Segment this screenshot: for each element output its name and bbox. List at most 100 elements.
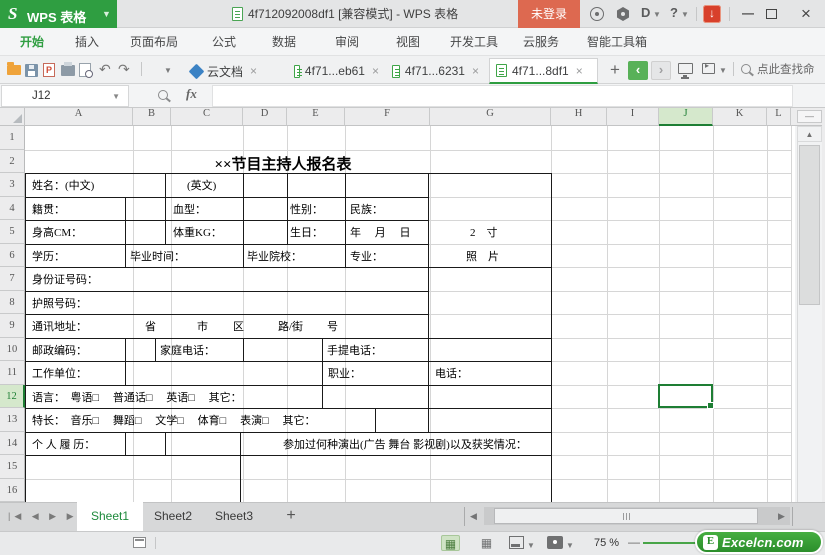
share-screen-icon[interactable] xyxy=(702,61,715,74)
scroll-up-arrow[interactable]: ▲ xyxy=(797,126,822,142)
column-header-B[interactable]: B xyxy=(133,108,171,126)
sheet-tab-sheet1[interactable]: Sheet1 xyxy=(77,502,143,531)
row-header-10[interactable]: 10 xyxy=(0,337,25,361)
sheet-nav-arrows[interactable]: |◀ ◀ ▶ ▶| xyxy=(8,502,84,531)
ribbon-tab-3[interactable]: 页面布局 xyxy=(130,28,178,56)
row-header-1[interactable]: 1 xyxy=(0,126,25,150)
column-header-J[interactable]: J xyxy=(659,108,713,126)
column-header-F[interactable]: F xyxy=(345,108,430,126)
add-sheet-button[interactable]: + xyxy=(280,502,302,531)
back-button[interactable]: ‹ xyxy=(628,61,648,80)
chevron-down-icon[interactable]: ▼ xyxy=(566,541,574,550)
login-button[interactable]: 未登录 xyxy=(518,0,580,28)
column-header-A[interactable]: A xyxy=(25,108,133,126)
close-icon[interactable]: × xyxy=(372,64,379,78)
chevron-down-icon[interactable]: ▼ xyxy=(527,541,535,550)
splitter[interactable] xyxy=(464,507,465,526)
skin-menu-icon[interactable]: D xyxy=(641,5,650,20)
minimize-button[interactable]: — xyxy=(738,0,758,28)
row-header-7[interactable]: 7 xyxy=(0,267,25,291)
document-tab-3[interactable]: 4f71...6231 × xyxy=(386,58,485,84)
chevron-down-icon[interactable]: ▼ xyxy=(164,66,172,75)
row-header-6[interactable]: 6 xyxy=(0,243,25,267)
eye-protect-mode-icon[interactable] xyxy=(547,536,563,549)
row-header-11[interactable]: 11 xyxy=(0,361,25,385)
help-icon[interactable]: ? xyxy=(670,5,678,20)
row-header-5[interactable]: 5 xyxy=(0,220,25,244)
chevron-down-icon[interactable]: ▼ xyxy=(681,10,689,19)
ribbon-tab-6[interactable]: 审阅 xyxy=(335,28,359,56)
close-icon[interactable]: × xyxy=(576,64,583,78)
column-header-C[interactable]: C xyxy=(171,108,243,126)
scroll-left-arrow[interactable]: ◀ xyxy=(470,502,477,531)
print-preview-icon[interactable] xyxy=(79,56,93,84)
new-document-tab-button[interactable]: + xyxy=(605,58,625,84)
page-layout-view-icon[interactable] xyxy=(509,536,524,549)
presentation-icon[interactable] xyxy=(678,63,693,77)
formula-input[interactable] xyxy=(212,85,793,107)
row-header-13[interactable]: 13 xyxy=(0,408,25,432)
row-header-3[interactable]: 3 xyxy=(0,173,25,197)
close-button[interactable]: × xyxy=(794,0,818,28)
maximize-button[interactable] xyxy=(766,9,777,19)
page-break-view-icon[interactable]: ▦ xyxy=(477,535,496,551)
magnifier-icon[interactable] xyxy=(158,90,168,100)
document-tab-4[interactable]: 4f71...8df1 × xyxy=(489,58,598,84)
select-all-corner[interactable] xyxy=(0,108,25,126)
ribbon-tab-7[interactable]: 视图 xyxy=(396,28,420,56)
ribbon-tab-8[interactable]: 开发工具 xyxy=(450,28,498,56)
insert-function-icon[interactable]: fx xyxy=(186,86,197,102)
document-tab-1[interactable]: 云文档 × xyxy=(185,58,285,84)
row-header-16[interactable]: 16 xyxy=(0,478,25,502)
selected-cell[interactable] xyxy=(658,383,714,409)
ribbon-tab-9[interactable]: 云服务 xyxy=(523,28,559,56)
ribbon-tab-4[interactable]: 公式 xyxy=(212,28,236,56)
chevron-down-icon[interactable]: ▼ xyxy=(112,92,120,101)
column-header-I[interactable]: I xyxy=(607,108,659,126)
forward-button[interactable]: › xyxy=(651,61,671,80)
ribbon-tab-10[interactable]: 智能工具箱 xyxy=(587,28,647,56)
export-pdf-icon[interactable]: P xyxy=(43,56,55,84)
document-tab-2[interactable]: 4f71...eb61 × xyxy=(288,58,385,84)
ribbon-tab-2[interactable]: 插入 xyxy=(75,28,99,56)
zoom-out-button[interactable]: — xyxy=(628,531,640,555)
print-icon[interactable] xyxy=(61,56,75,84)
row-header-2[interactable]: 2 xyxy=(0,149,25,173)
command-search-input[interactable]: 点此查找命令 xyxy=(757,56,825,104)
sheet-tab-sheet3[interactable]: Sheet3 xyxy=(203,502,265,531)
horizontal-scrollbar-thumb[interactable] xyxy=(494,508,758,524)
column-header-K[interactable]: K xyxy=(713,108,767,126)
save-icon[interactable] xyxy=(25,56,38,84)
row-header-9[interactable]: 9 xyxy=(0,314,25,338)
feedback-icon[interactable] xyxy=(590,7,604,21)
undo-icon[interactable]: ↶ xyxy=(99,56,111,84)
name-box[interactable]: J12 ▼ xyxy=(1,85,129,107)
sheet-tab-sheet2[interactable]: Sheet2 xyxy=(143,502,203,531)
search-icon[interactable] xyxy=(741,64,751,74)
open-file-icon[interactable] xyxy=(7,56,21,84)
normal-view-icon[interactable]: ▦ xyxy=(441,535,460,551)
chevron-down-icon[interactable]: ▼ xyxy=(653,10,661,19)
splitter[interactable] xyxy=(792,507,793,526)
column-header-H[interactable]: H xyxy=(551,108,607,126)
scroll-right-arrow[interactable]: ▶ xyxy=(778,502,785,531)
ribbon-tab-1[interactable]: 开始 xyxy=(20,28,44,56)
row-header-15[interactable]: 15 xyxy=(0,455,25,479)
row-header-14[interactable]: 14 xyxy=(0,431,25,455)
ribbon-tab-5[interactable]: 数据 xyxy=(272,28,296,56)
split-handle[interactable]: — xyxy=(797,110,822,123)
wps-app-button[interactable]: S WPS 表格 ▼ xyxy=(0,0,117,28)
redo-icon[interactable]: ↷ xyxy=(118,56,130,84)
vertical-scrollbar-thumb[interactable] xyxy=(799,145,820,305)
row-header-8[interactable]: 8 xyxy=(0,290,25,314)
close-icon[interactable]: × xyxy=(472,64,479,78)
column-header-G[interactable]: G xyxy=(430,108,551,126)
download-icon[interactable]: ↓ xyxy=(703,5,721,23)
row-header-4[interactable]: 4 xyxy=(0,196,25,220)
close-icon[interactable]: × xyxy=(250,64,257,78)
column-header-E[interactable]: E xyxy=(287,108,345,126)
column-header-D[interactable]: D xyxy=(243,108,287,126)
row-header-12[interactable]: 12 xyxy=(0,384,25,408)
column-header-L[interactable]: L xyxy=(767,108,791,126)
chevron-down-icon[interactable]: ▼ xyxy=(719,66,727,75)
